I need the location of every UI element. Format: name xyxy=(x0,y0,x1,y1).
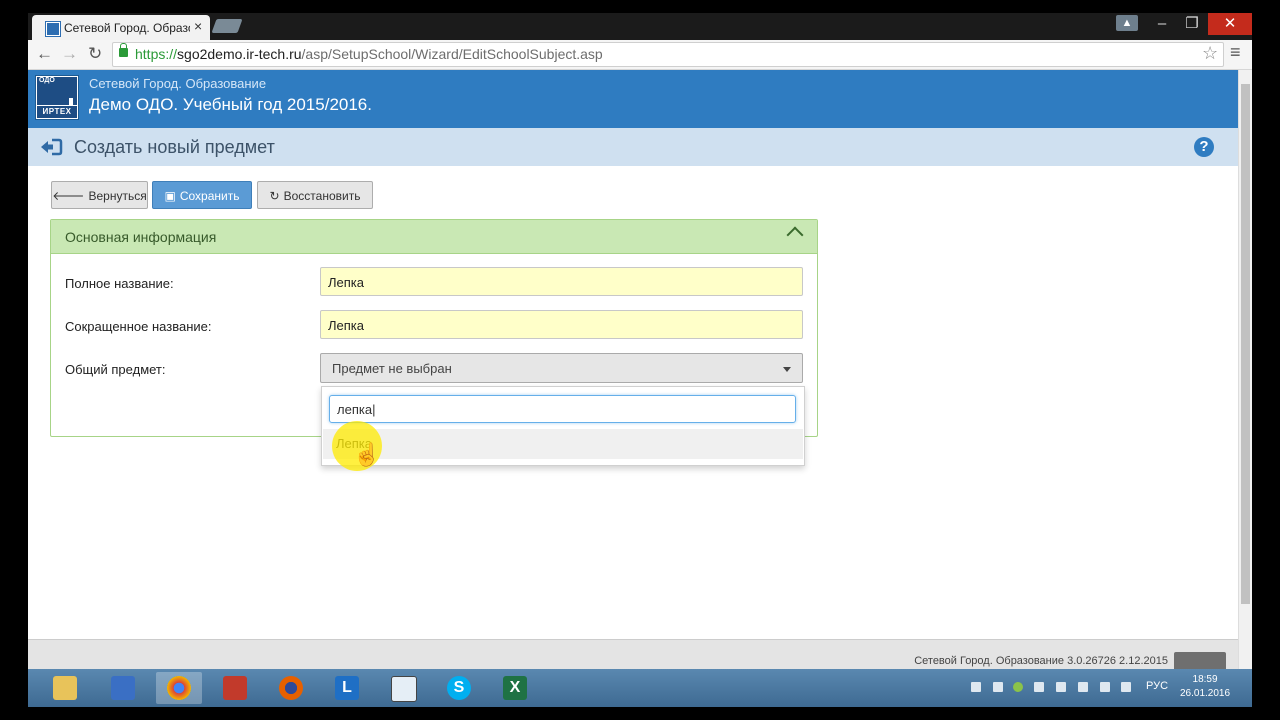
restore-button[interactable]: ↻ Восстановить xyxy=(257,181,373,209)
lock-icon xyxy=(119,43,128,57)
page-title: Создать новый предмет xyxy=(74,137,275,157)
scroll-thumb[interactable] xyxy=(1241,84,1250,604)
page-scrollbar[interactable] xyxy=(1238,70,1252,669)
short-name-input[interactable]: Лепка xyxy=(320,310,803,339)
lync-icon: L xyxy=(335,676,359,700)
window-icon xyxy=(391,676,417,702)
back-button[interactable]: 🡐 Вернуться xyxy=(51,181,148,209)
tray-icon[interactable] xyxy=(993,682,1003,692)
tray-icon[interactable] xyxy=(1034,682,1044,692)
clock-time: 18:59 xyxy=(1192,674,1218,685)
close-tab-icon[interactable]: × xyxy=(194,18,202,34)
logo-irtex-text: ИРТЕХ xyxy=(37,106,77,118)
taskbar-network[interactable] xyxy=(100,672,146,704)
back-arrow-icon[interactable]: ← xyxy=(36,44,53,64)
close-window-button[interactable]: ✕ xyxy=(1208,13,1252,35)
full-name-input[interactable]: Лепка xyxy=(320,267,803,296)
bookmark-star-icon[interactable]: ☆ xyxy=(1202,43,1218,64)
tab-title: Сетевой Город. Образов: xyxy=(64,21,190,35)
caret-down-icon xyxy=(783,367,791,372)
clock-date: 26.01.2016 xyxy=(1180,688,1231,699)
select-dropdown: лепка| Лепка xyxy=(321,386,805,466)
flag-icon[interactable] xyxy=(1100,682,1110,692)
browser-window: Сетевой Город. Образов: × ▲ – ❐ ✕ ← → ↻ … xyxy=(28,13,1252,707)
logo-odo-text: ОДО xyxy=(39,77,55,84)
tray-icon[interactable] xyxy=(1056,682,1066,692)
help-icon[interactable]: ? xyxy=(1194,137,1214,157)
page-footer: Сетевой Город. Образование 3.0.26726 2.1… xyxy=(28,639,1238,672)
firefox-icon xyxy=(279,676,303,700)
app-title: Демо ОДО. Учебный год 2015/2016. xyxy=(89,95,372,114)
common-subject-select[interactable]: Предмет не выбран xyxy=(320,353,803,383)
save-icon: ▣ xyxy=(164,189,176,203)
taskbar-skype[interactable]: S xyxy=(436,672,482,704)
forward-arrow-icon[interactable]: → xyxy=(61,44,78,64)
taskbar-app-red[interactable] xyxy=(212,672,258,704)
restore-icon: ↻ xyxy=(269,189,280,203)
tray-icon[interactable] xyxy=(1078,682,1088,692)
app-header: ОДО ИРТЕХ Сетевой Город. Образование Дем… xyxy=(28,70,1238,128)
url-text: https://sgo2demo.ir-tech.ru/asp/SetupSch… xyxy=(135,46,603,62)
maximize-button[interactable]: ❐ xyxy=(1178,13,1206,35)
dropdown-search-input[interactable]: лепка| xyxy=(329,395,796,423)
reload-icon[interactable]: ↻ xyxy=(88,44,102,64)
taskbar-excel[interactable]: X xyxy=(492,672,538,704)
logo[interactable]: ОДО ИРТЕХ xyxy=(35,75,79,120)
taskbar-firefox[interactable] xyxy=(268,672,314,704)
language-indicator[interactable]: РУС xyxy=(1146,680,1168,692)
tab-bar: Сетевой Город. Образов: × ▲ – ❐ ✕ xyxy=(28,13,1252,40)
folder-icon xyxy=(53,676,77,700)
address-bar[interactable]: https://sgo2demo.ir-tech.ru/asp/SetupSch… xyxy=(112,42,1224,67)
page-title-bar: Создать новый предмет ? xyxy=(28,128,1238,166)
panel-title: Основная информация xyxy=(65,229,217,245)
tray-icon[interactable] xyxy=(1013,682,1023,692)
browser-tab[interactable]: Сетевой Город. Образов: × xyxy=(32,15,210,40)
arrow-left-icon: 🡐 xyxy=(52,189,85,203)
chrome-icon xyxy=(167,676,191,700)
select-value: Предмет не выбран xyxy=(332,361,452,376)
hand-cursor-icon: ☝ xyxy=(353,442,381,467)
taskbar-lync[interactable]: L xyxy=(324,672,370,704)
minimize-button[interactable]: – xyxy=(1148,13,1176,35)
skype-icon: S xyxy=(447,676,471,700)
network-icon xyxy=(111,676,135,700)
short-name-label: Сокращенное название: xyxy=(65,319,212,334)
tray-icon[interactable] xyxy=(971,682,981,692)
volume-icon[interactable] xyxy=(1121,682,1131,692)
footer-text: Сетевой Город. Образование 3.0.26726 2.1… xyxy=(914,655,1168,667)
taskbar-window[interactable] xyxy=(380,672,426,704)
app-icon xyxy=(223,676,247,700)
favicon-icon xyxy=(46,22,60,36)
clock[interactable]: 18:59 26.01.2016 xyxy=(1180,673,1230,701)
taskbar: L S X РУС 18:59 26.01.2016 xyxy=(28,669,1252,707)
user-icon[interactable]: ▲ xyxy=(1116,15,1138,31)
taskbar-chrome[interactable] xyxy=(156,672,202,704)
excel-icon: X xyxy=(503,676,527,700)
chevron-up-icon[interactable] xyxy=(786,226,804,244)
taskbar-explorer[interactable] xyxy=(42,672,88,704)
common-subject-label: Общий предмет: xyxy=(65,362,166,377)
dropdown-option[interactable]: Лепка xyxy=(323,429,803,459)
save-button[interactable]: ▣ Сохранить xyxy=(152,181,252,209)
new-tab-button[interactable] xyxy=(211,19,243,33)
back-icon[interactable] xyxy=(39,138,63,156)
panel-header[interactable]: Основная информация xyxy=(51,220,817,254)
app-subtitle: Сетевой Город. Образование xyxy=(89,76,267,91)
menu-icon[interactable]: ≡ xyxy=(1230,42,1241,63)
browser-toolbar: ← → ↻ https://sgo2demo.ir-tech.ru/asp/Se… xyxy=(28,40,1252,70)
full-name-label: Полное название: xyxy=(65,276,174,291)
